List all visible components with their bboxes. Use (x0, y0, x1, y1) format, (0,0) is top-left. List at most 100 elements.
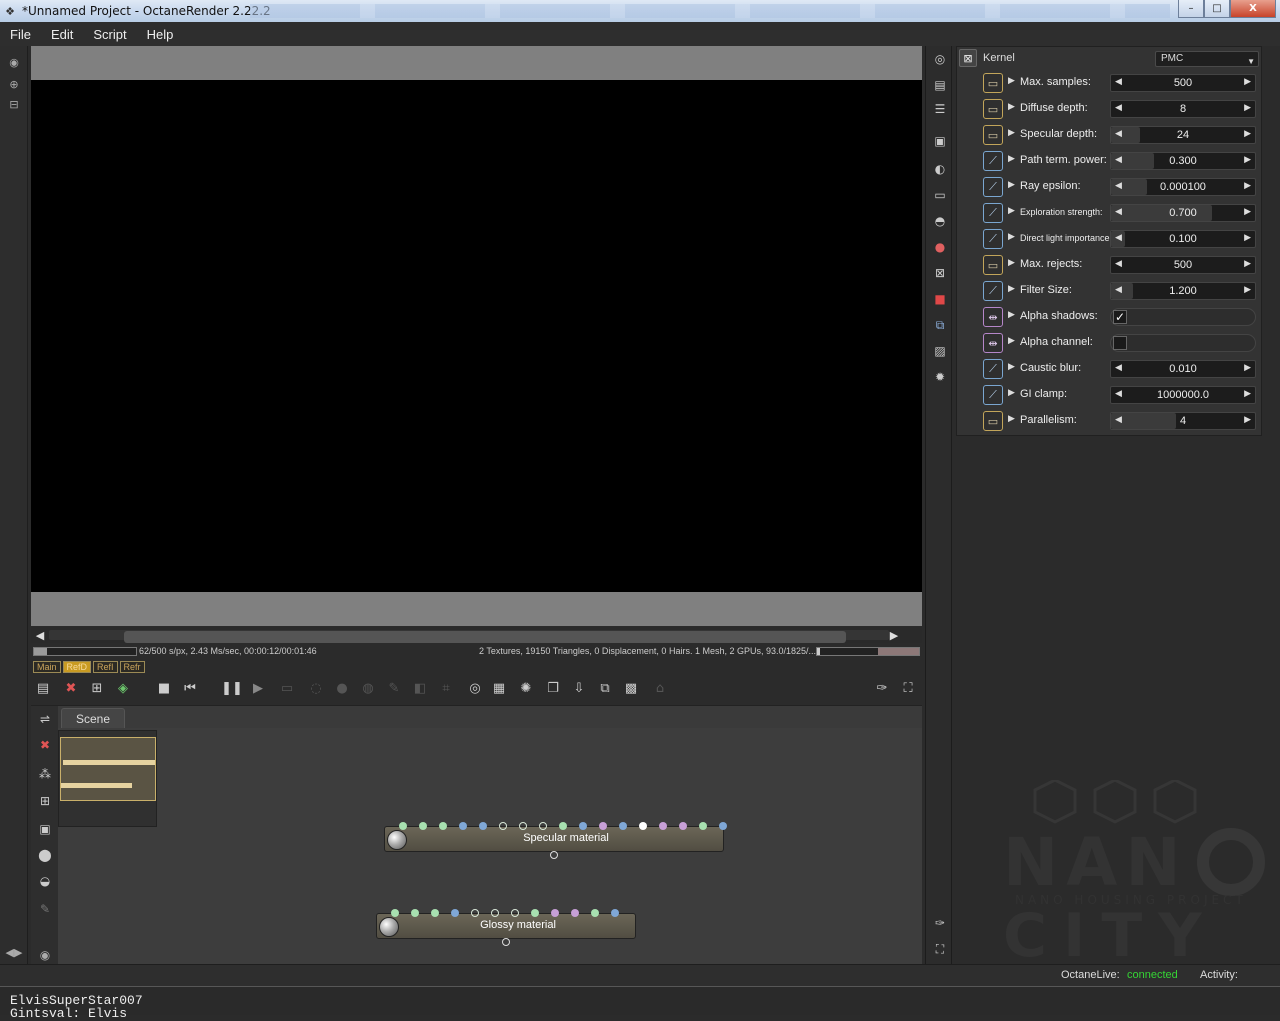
param-slider[interactable]: ◀ 0.300 ▶ (1110, 152, 1256, 170)
material-picker-icon[interactable]: ● (333, 679, 351, 697)
node-input-pin[interactable] (619, 822, 627, 830)
expand-arrow-icon[interactable]: ▶ (1008, 414, 1015, 424)
pass-refd[interactable]: RefD (62, 661, 92, 673)
render-target-icon[interactable]: ◎ (931, 50, 949, 68)
viewport-horizontal-scrollbar[interactable]: ◀ ▶ (31, 627, 922, 643)
tab-scene[interactable]: Scene (61, 708, 125, 728)
camera-icon[interactable]: ◎ (466, 679, 484, 697)
monitor-icon[interactable]: ▭ (931, 186, 949, 204)
increment-arrow-icon[interactable]: ▶ (1244, 77, 1251, 87)
param-checkbox[interactable]: ✓ (1113, 310, 1127, 324)
graph-image-icon[interactable]: ▣ (36, 820, 54, 838)
param-slider[interactable]: ◀ 1000000.0 ▶ (1110, 386, 1256, 404)
param-type-int-icon[interactable]: ▭ (983, 73, 1003, 93)
afi-icon[interactable]: ◌ (307, 679, 325, 697)
node-input-pin[interactable] (659, 822, 667, 830)
color-cube-icon[interactable]: ◈ (114, 679, 132, 697)
clear-render-icon[interactable]: ✖ (62, 679, 80, 697)
object-picker-icon[interactable]: ◍ (359, 679, 377, 697)
menu-script[interactable]: Script (83, 27, 136, 42)
stop-icon[interactable]: ■ (155, 679, 173, 697)
region-render-icon[interactable]: ▭ (278, 679, 296, 697)
environment-icon[interactable]: ◓ (931, 212, 949, 230)
expand-arrow-icon[interactable]: ▶ (1008, 258, 1015, 268)
expand-arrow-icon[interactable]: ▶ (1008, 76, 1015, 86)
expand-arrow-icon[interactable]: ▶ (1008, 232, 1015, 242)
node-input-pin[interactable] (559, 822, 567, 830)
node-input-pin[interactable] (639, 822, 647, 830)
increment-arrow-icon[interactable]: ▶ (1244, 259, 1251, 269)
increment-arrow-icon[interactable]: ▶ (1244, 207, 1251, 217)
param-slider[interactable]: ◀ 8 ▶ (1110, 100, 1256, 118)
menu-edit[interactable]: Edit (41, 27, 83, 42)
param-slider[interactable]: ◀ 1.200 ▶ (1110, 282, 1256, 300)
maximize-button[interactable]: □ (1204, 0, 1230, 18)
node-input-pin[interactable] (579, 822, 587, 830)
export-icon[interactable]: ⇩ (570, 679, 588, 697)
node-specular-material[interactable]: Specular material (384, 826, 724, 852)
increment-arrow-icon[interactable]: ▶ (1244, 129, 1251, 139)
crop-icon[interactable]: ⌗ (437, 679, 455, 697)
param-type-float-icon[interactable]: ⟋ (983, 385, 1003, 405)
param-slider[interactable]: ◀ 0.000100 ▶ (1110, 178, 1256, 196)
node-input-pin[interactable] (491, 909, 499, 917)
graph-material-icon[interactable]: ⬤ (36, 846, 54, 864)
node-input-pin[interactable] (411, 909, 419, 917)
param-slider[interactable]: ◀ 500 ▶ (1110, 256, 1256, 274)
node-input-pin[interactable] (439, 822, 447, 830)
checker-icon[interactable]: ▩ (622, 679, 640, 697)
graph-fit-icon[interactable]: ⊞ (36, 792, 54, 810)
param-type-float-icon[interactable]: ⟋ (983, 359, 1003, 379)
blue-cube-icon[interactable]: ⧉ (931, 316, 949, 334)
fullscreen-icon[interactable]: ⛶ (899, 679, 917, 697)
viewport-icon[interactable]: ▤ (34, 679, 52, 697)
node-input-pin[interactable] (399, 822, 407, 830)
param-slider[interactable]: ◀ 0.100 ▶ (1110, 230, 1256, 248)
camera-icon[interactable]: ◐ (931, 160, 949, 178)
zoom-icon[interactable]: ⊕ (6, 76, 22, 92)
increment-arrow-icon[interactable]: ▶ (1244, 415, 1251, 425)
node-input-pin[interactable] (539, 822, 547, 830)
param-type-float-icon[interactable]: ⟋ (983, 229, 1003, 249)
node-input-pin[interactable] (479, 822, 487, 830)
image-icon[interactable]: ▨ (931, 342, 949, 360)
pin-icon[interactable]: ◉ (6, 54, 22, 70)
param-type-int-icon[interactable]: ▭ (983, 411, 1003, 431)
loading-icon[interactable]: ✺ (517, 679, 535, 697)
increment-arrow-icon[interactable]: ▶ (1244, 363, 1251, 373)
white-balance-icon[interactable]: ◧ (411, 679, 429, 697)
param-slider[interactable]: ◀ 24 ▶ (1110, 126, 1256, 144)
render-image[interactable] (31, 80, 922, 592)
expand-arrow-icon[interactable]: ▶ (1008, 154, 1015, 164)
close-button[interactable]: X (1230, 0, 1276, 18)
focus-picker-icon[interactable]: ✎ (385, 679, 403, 697)
pass-refr[interactable]: Refr (119, 661, 145, 673)
param-slider[interactable]: ◀ 0.010 ▶ (1110, 360, 1256, 378)
material-drop-icon[interactable]: ● (931, 238, 949, 256)
expand-arrow-icon[interactable]: ▶ (1008, 310, 1015, 320)
layers-icon[interactable]: ⧉ (596, 679, 614, 697)
copy-icon[interactable]: ❐ (544, 679, 562, 697)
expand-arrow-icon[interactable]: ▶ (1008, 206, 1015, 216)
scroll-thumb[interactable] (124, 631, 846, 643)
increment-arrow-icon[interactable]: ▶ (1244, 389, 1251, 399)
increment-arrow-icon[interactable]: ▶ (1244, 155, 1251, 165)
increment-arrow-icon[interactable]: ▶ (1244, 233, 1251, 243)
param-type-int-icon[interactable]: ▭ (983, 99, 1003, 119)
increment-arrow-icon[interactable]: ▶ (1244, 181, 1251, 191)
left-right-arrows-icon[interactable]: ◀▶ (2, 944, 26, 960)
graph-clear-icon[interactable]: ✖ (36, 736, 54, 754)
minimize-button[interactable]: – (1178, 0, 1204, 18)
param-type-bool-icon[interactable]: ⇹ (983, 307, 1003, 327)
lock-icon[interactable]: ⌂ (651, 679, 669, 697)
param-type-int-icon[interactable]: ▭ (983, 255, 1003, 275)
node-input-pin[interactable] (459, 822, 467, 830)
param-checkbox[interactable] (1113, 336, 1127, 350)
param-type-int-icon[interactable]: ▭ (983, 125, 1003, 145)
graph-paint-icon[interactable]: ✎ (36, 900, 54, 918)
increment-arrow-icon[interactable]: ▶ (1244, 285, 1251, 295)
stack-icon[interactable]: ▤ (931, 76, 949, 94)
param-slider[interactable]: ◀ 500 ▶ (1110, 74, 1256, 92)
expand-arrow-icon[interactable]: ▶ (1008, 284, 1015, 294)
expand-arrow-icon[interactable]: ▶ (1008, 128, 1015, 138)
